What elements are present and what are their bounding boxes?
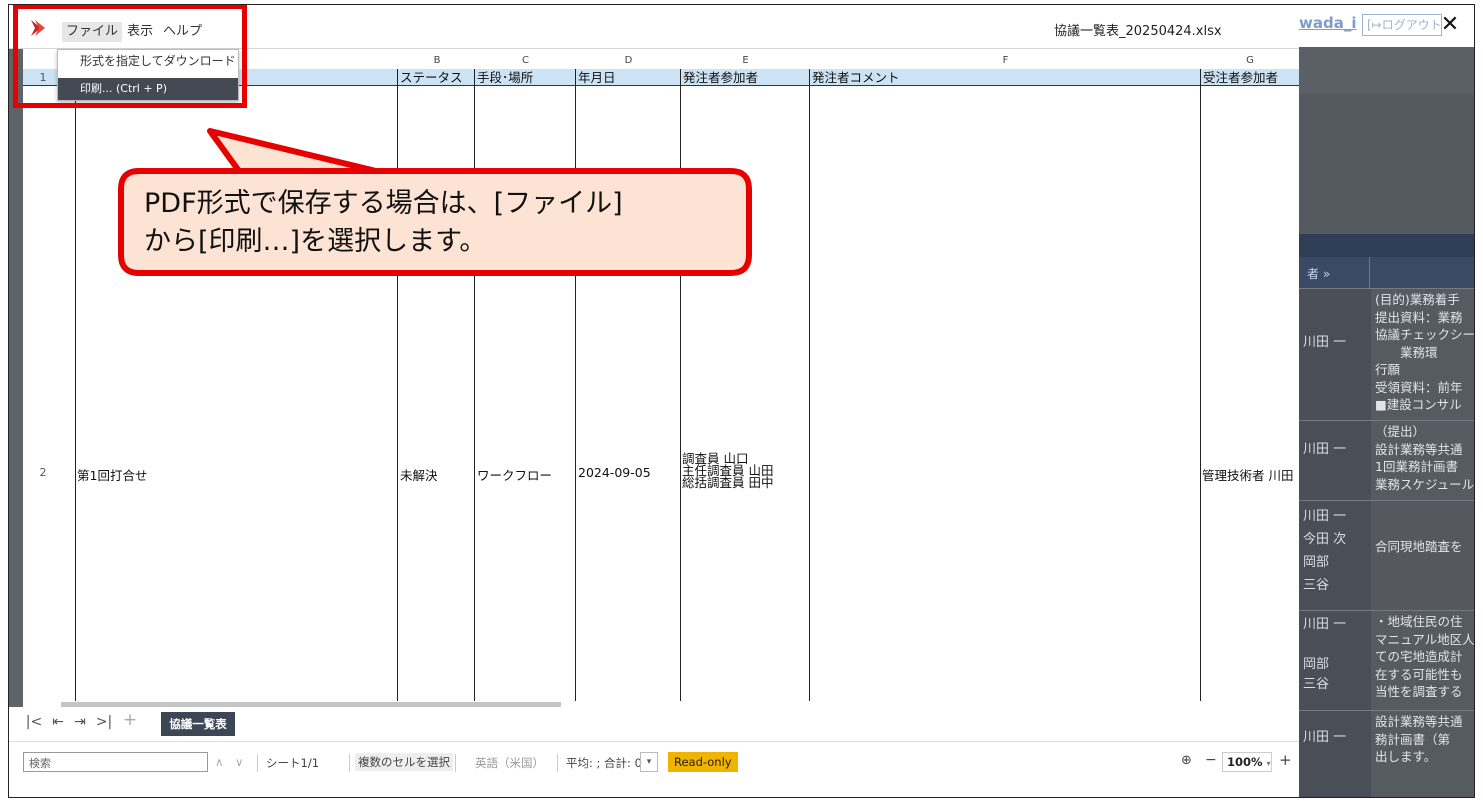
add-sheet-icon[interactable]: + bbox=[121, 710, 139, 730]
background-row-text: ・地域住民の住 マニュアル地区人 ての宅地造成計 在する可能性も 当性を調査する bbox=[1371, 611, 1474, 710]
zoom-in-button[interactable]: + bbox=[1279, 751, 1292, 769]
divider bbox=[455, 754, 456, 772]
background-header: wada_i [↦ログアウト ✕ bbox=[1299, 5, 1474, 47]
header-cell-orderer[interactable]: 発注者参加者 bbox=[681, 69, 758, 86]
screenshot-frame: wada_i [↦ログアウト ✕ 者 » 川田 一 (目的)業務着手 提出資料：… bbox=[8, 4, 1475, 798]
background-table: 川田 一 (目的)業務着手 提出資料：業務 協議チェックシー 業務環 行願 受領… bbox=[1299, 288, 1474, 797]
cell-name[interactable]: 第1回打合せ bbox=[77, 465, 147, 484]
spreadsheet-grid[interactable]: B C D E F G 1 ステータス 手段･場所 年月日 発注者参加者 発注者… bbox=[23, 49, 1299, 701]
search-input[interactable]: 検索 bbox=[23, 752, 208, 772]
background-row-text: 合同現地踏査を bbox=[1371, 501, 1474, 610]
cell-method[interactable]: ワークフロー bbox=[477, 465, 552, 484]
grid-line bbox=[1200, 69, 1201, 701]
sheet-count: シート1/1 bbox=[266, 756, 320, 770]
cell-orderer-participants[interactable]: 調査員 山口 主任調査員 山田 総括調査員 田中 bbox=[682, 452, 774, 490]
callout-text: PDF形式で保存する場合は、[ファイル] から[印刷…]を選択します。 bbox=[124, 175, 748, 267]
background-app-panel: wada_i [↦ログアウト ✕ 者 » 川田 一 (目的)業務着手 提出資料：… bbox=[1299, 5, 1474, 797]
language-status[interactable]: 英語（米国） bbox=[475, 755, 544, 771]
download-as-label: 形式を指定してダウンロード bbox=[80, 54, 236, 68]
readonly-badge: Read-only bbox=[668, 752, 738, 772]
first-sheet-icon[interactable]: |< bbox=[25, 714, 43, 730]
header-cell-date[interactable]: 年月日 bbox=[576, 69, 616, 86]
menu-bar: ファイル 表示 ヘルプ 協議一覧表_20250424.xlsx bbox=[9, 5, 1299, 49]
chevron-down-icon[interactable]: ∨ bbox=[235, 755, 243, 769]
column-header-c[interactable]: C bbox=[475, 55, 576, 67]
column-header-e[interactable]: E bbox=[681, 55, 810, 67]
average-dropdown-icon[interactable]: ▾ bbox=[640, 752, 658, 772]
zoom-reset-icon[interactable]: ⊕ bbox=[1181, 753, 1192, 768]
last-sheet-icon[interactable]: >| bbox=[95, 714, 113, 730]
background-row: 川田 一 (目的)業務着手 提出資料：業務 協議チェックシー 業務環 行願 受領… bbox=[1299, 288, 1474, 420]
status-bar: 検索 ∧ ∨ シート1/1 複数のセルを選択 英語（米国） 平均: ; 合計: … bbox=[9, 741, 1299, 797]
multi-select-status: 複数のセルを選択 bbox=[355, 753, 453, 771]
zoom-out-button[interactable]: − bbox=[1205, 752, 1217, 768]
grid-line bbox=[474, 69, 475, 701]
header-cell-contractor[interactable]: 受注者参加者 bbox=[1201, 69, 1278, 86]
background-row-text: （提出） 設計業務等共通 1回業務計画書 業務スケジュール bbox=[1371, 421, 1474, 500]
divider bbox=[257, 754, 258, 772]
participant: 総括調査員 田中 bbox=[682, 475, 774, 490]
download-as-menu-item[interactable]: 形式を指定してダウンロード › bbox=[58, 50, 248, 72]
header-cell-method[interactable]: 手段･場所 bbox=[475, 69, 533, 86]
header-cell-comment[interactable]: 発注者コメント bbox=[810, 69, 900, 86]
column-header-f[interactable]: F bbox=[810, 55, 1201, 67]
row-number[interactable]: 2 bbox=[23, 466, 63, 479]
background-logout-button[interactable]: [↦ログアウト bbox=[1362, 14, 1442, 36]
background-row-name: 川田 一 bbox=[1303, 442, 1347, 457]
spreadsheet-viewer: ファイル 表示 ヘルプ 協議一覧表_20250424.xlsx B C D E … bbox=[9, 5, 1299, 797]
background-row: 川田 一 岡部 三谷 ・地域住民の住 マニュアル地区人 ての宅地造成計 在する可… bbox=[1299, 610, 1474, 710]
print-menu-item[interactable]: 印刷... (Ctrl + P) bbox=[58, 78, 238, 100]
background-band bbox=[1299, 234, 1474, 257]
cell-date[interactable]: 2024-09-05 bbox=[578, 465, 651, 480]
grid-line bbox=[397, 69, 398, 701]
background-user-link[interactable]: wada_i bbox=[1299, 14, 1356, 32]
column-header-b[interactable]: B bbox=[398, 55, 476, 67]
divider bbox=[557, 754, 558, 772]
column-header-g[interactable]: G bbox=[1201, 55, 1299, 67]
cell-contractor-participants[interactable]: 管理技術者 川田 bbox=[1202, 465, 1293, 484]
grid-line bbox=[680, 69, 681, 701]
callout-line-2: から[印刷…]を選択します。 bbox=[144, 226, 487, 257]
header-cell-status[interactable]: ステータス bbox=[398, 69, 463, 86]
background-left-strip bbox=[9, 47, 23, 797]
file-menu-dropdown: 形式を指定してダウンロード › 印刷... (Ctrl + P) bbox=[57, 49, 248, 101]
background-row: 川田 一 （提出） 設計業務等共通 1回業務計画書 業務スケジュール bbox=[1299, 420, 1474, 500]
zoom-value: 100% bbox=[1227, 755, 1263, 769]
background-row-text: (目的)業務着手 提出資料：業務 協議チェックシー 業務環 行願 受領資料：前年… bbox=[1371, 289, 1474, 420]
document-title: 協議一覧表_20250424.xlsx bbox=[1054, 24, 1222, 39]
average-sum-status: 平均: ; 合計: 0 bbox=[566, 756, 642, 770]
cell-status[interactable]: 未解決 bbox=[400, 465, 438, 484]
close-icon[interactable]: ✕ bbox=[1436, 11, 1464, 39]
background-row-text: 設計業務等共通 務計画書（第 出します。 bbox=[1371, 711, 1474, 797]
background-row: 川田 一 今田 次 岡部 三谷 合同現地踏査を bbox=[1299, 500, 1474, 610]
background-row-name: 川田 一 今田 次 岡部 三谷 bbox=[1303, 509, 1347, 593]
background-area bbox=[1299, 94, 1474, 234]
background-row-name: 川田 一 岡部 三谷 bbox=[1303, 617, 1347, 692]
zoom-dropdown[interactable]: 100% ▾ bbox=[1222, 752, 1272, 772]
prev-sheet-icon[interactable]: ⇤ bbox=[49, 714, 67, 730]
menu-file[interactable]: ファイル bbox=[62, 22, 123, 42]
background-row-name: 川田 一 bbox=[1303, 730, 1347, 745]
column-header-d[interactable]: D bbox=[576, 55, 681, 67]
chevron-down-icon: ▾ bbox=[1266, 759, 1271, 768]
menu-help[interactable]: ヘルプ bbox=[159, 22, 206, 42]
background-row-name: 川田 一 bbox=[1303, 335, 1347, 350]
chevron-right-icon: › bbox=[243, 54, 249, 68]
sheet-tab[interactable]: 協議一覧表 bbox=[161, 712, 235, 736]
background-table-header: 者 » bbox=[1299, 257, 1474, 288]
divider bbox=[349, 754, 350, 772]
background-header-label: 者 » bbox=[1307, 267, 1331, 281]
grid-line bbox=[809, 69, 810, 701]
callout-line-1: PDF形式で保存する場合は、[ファイル] bbox=[144, 188, 623, 219]
next-sheet-icon[interactable]: ⇥ bbox=[71, 714, 89, 730]
menu-view[interactable]: 表示 bbox=[123, 22, 157, 42]
background-toolbar bbox=[1299, 47, 1474, 94]
grid-line bbox=[75, 69, 76, 701]
chevron-up-icon[interactable]: ∧ bbox=[215, 755, 223, 769]
background-header-divider bbox=[1369, 257, 1370, 288]
grid-line bbox=[575, 69, 576, 701]
background-row: 川田 一 設計業務等共通 務計画書（第 出します。 bbox=[1299, 710, 1474, 797]
app-logo-icon bbox=[31, 20, 45, 36]
